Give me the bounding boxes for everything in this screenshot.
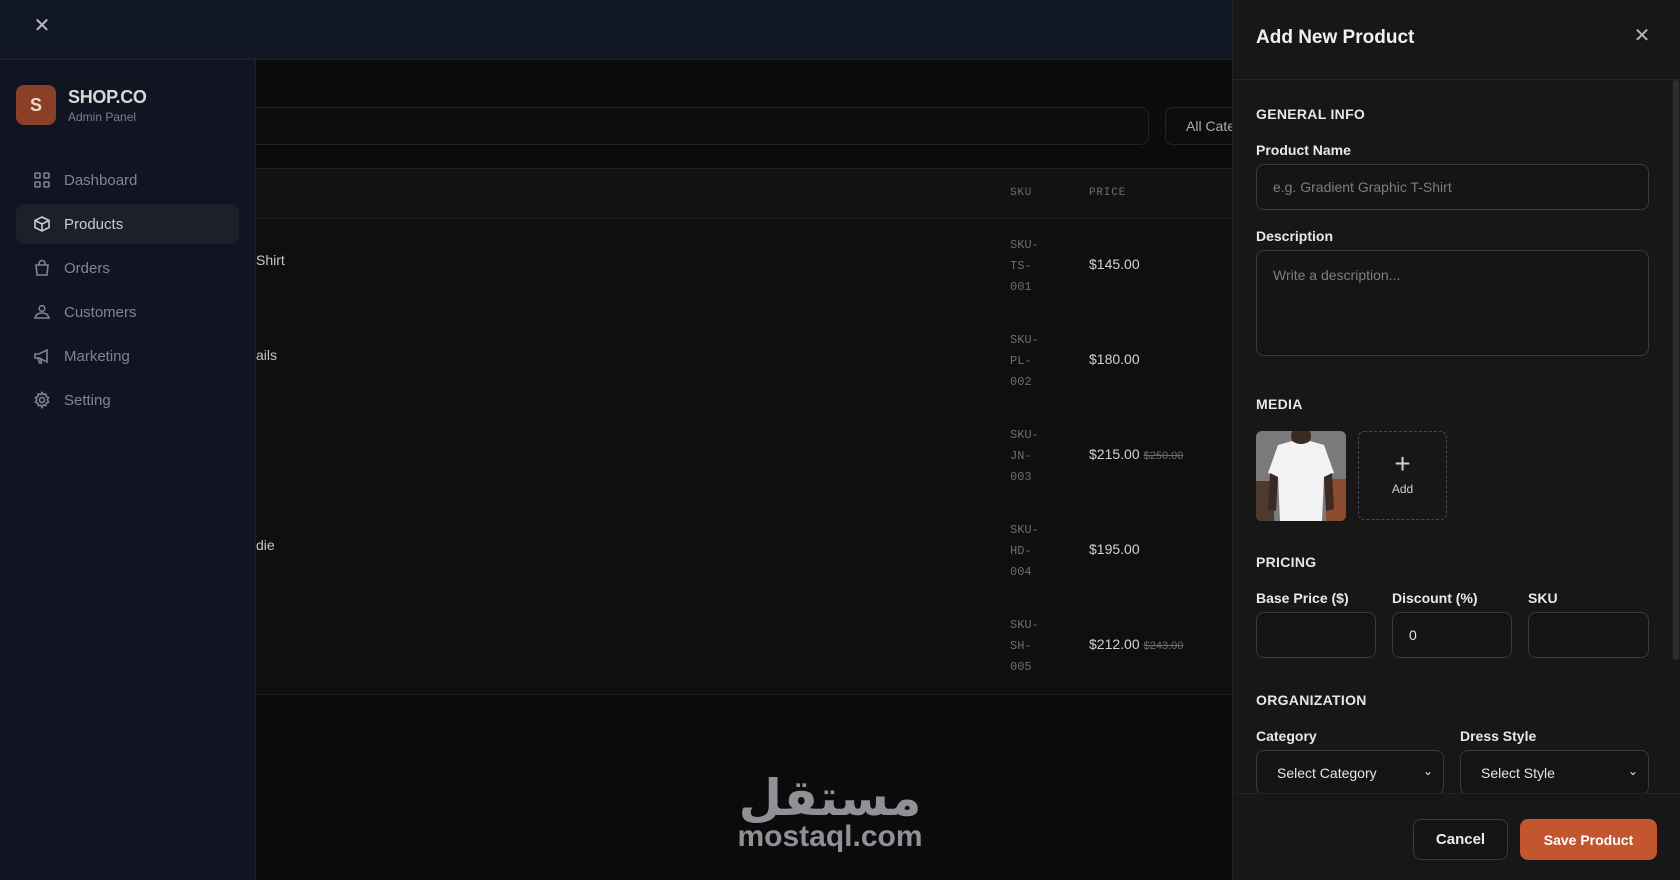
table-row[interactable]: Shirt SKU-TS-001 $145.00 xyxy=(256,219,1232,314)
chevron-down-icon: ⌄ xyxy=(1627,764,1638,778)
drawer-body: GENERAL INFO Product Name e.g. Gradient … xyxy=(1233,80,1680,793)
drawer-footer: Cancel Save Product xyxy=(1233,793,1680,880)
watermark: مستقل mostaql.com xyxy=(720,770,940,854)
category-select[interactable]: Select Category ⌄ xyxy=(1256,750,1444,793)
product-sku: SKU-JN-003 xyxy=(1010,428,1039,484)
products-table: SKU PRICE Shirt SKU-TS-001 $145.00 ails … xyxy=(256,168,1232,695)
description-field[interactable]: Write a description... xyxy=(1256,250,1649,356)
section-general-info: GENERAL INFO xyxy=(1256,106,1366,122)
section-media: MEDIA xyxy=(1256,396,1303,412)
sidebar-item-dashboard[interactable]: Dashboard xyxy=(16,160,239,200)
save-product-button[interactable]: Save Product xyxy=(1520,819,1657,860)
drawer-header: Add New Product ✕ xyxy=(1233,0,1680,80)
product-price: $180.00 xyxy=(1089,351,1140,367)
brand-name: SHOP.CO xyxy=(68,86,147,107)
sku-field[interactable] xyxy=(1528,612,1649,658)
watermark-latin: mostaql.com xyxy=(737,820,923,853)
sidebar-nav: Dashboard Products Orders Customers Mark… xyxy=(16,160,239,424)
sidebar-item-label: Setting xyxy=(64,391,111,409)
description-label: Description xyxy=(1256,228,1334,244)
dress-style-label: Dress Style xyxy=(1460,728,1537,744)
gear-icon xyxy=(33,391,51,409)
base-price-label: Base Price ($) xyxy=(1256,590,1349,606)
brand: S SHOP.CO Admin Panel xyxy=(16,85,147,125)
dress-style-selected: Select Style xyxy=(1481,764,1555,781)
old-price: $243.00 xyxy=(1143,640,1184,652)
table-header: SKU PRICE xyxy=(256,169,1232,219)
old-price: $250.00 xyxy=(1143,450,1184,462)
sidebar-item-setting[interactable]: Setting xyxy=(16,380,239,420)
close-icon[interactable]: ✕ xyxy=(32,16,52,36)
section-pricing: PRICING xyxy=(1256,554,1317,570)
sidebar-item-orders[interactable]: Orders xyxy=(16,248,239,288)
product-sku: SKU-SH-005 xyxy=(1010,618,1039,674)
sidebar-item-customers[interactable]: Customers xyxy=(16,292,239,332)
product-price: $215.00 $250.00 xyxy=(1089,446,1184,462)
sidebar: S SHOP.CO Admin Panel Dashboard Products… xyxy=(0,60,256,880)
dress-style-select[interactable]: Select Style ⌄ xyxy=(1460,750,1649,793)
search-input[interactable] xyxy=(256,107,1149,145)
product-name: Shirt xyxy=(256,252,285,268)
brand-logo: S xyxy=(16,85,56,125)
sidebar-item-label: Products xyxy=(64,215,124,233)
table-row[interactable]: SKU-SH-005 $212.00 $243.00 xyxy=(256,599,1232,694)
product-name: die xyxy=(256,537,275,553)
main-content: All Cate SKU PRICE Shirt SKU-TS-001 $145… xyxy=(256,60,1245,880)
discount-label: Discount (%) xyxy=(1392,590,1478,606)
chevron-down-icon: ⌄ xyxy=(1422,764,1433,778)
sku-label: SKU xyxy=(1528,590,1558,606)
table-row[interactable]: die SKU-HD-004 $195.00 xyxy=(256,504,1232,599)
users-icon xyxy=(33,303,51,321)
category-label: Category xyxy=(1256,728,1317,744)
sidebar-item-label: Orders xyxy=(64,259,110,277)
table-row[interactable]: ails SKU-PL-002 $180.00 xyxy=(256,314,1232,409)
product-name-label: Product Name xyxy=(1256,142,1351,158)
product-price: $212.00 $243.00 xyxy=(1089,636,1184,652)
description-placeholder: Write a description... xyxy=(1273,267,1401,283)
product-image-thumbnail[interactable] xyxy=(1256,431,1346,521)
product-name-field[interactable]: e.g. Gradient Graphic T-Shirt xyxy=(1256,164,1649,210)
discount-field[interactable]: 0 xyxy=(1392,612,1512,658)
section-organization: ORGANIZATION xyxy=(1256,692,1367,708)
sidebar-item-products[interactable]: Products xyxy=(16,204,239,244)
brand-subtitle: Admin Panel xyxy=(68,109,137,124)
add-product-drawer: Add New Product ✕ GENERAL INFO Product N… xyxy=(1232,0,1680,880)
megaphone-icon xyxy=(33,347,51,365)
column-header-sku: SKU xyxy=(1010,187,1033,199)
product-sku: SKU-TS-001 xyxy=(1010,238,1039,294)
table-row[interactable]: SKU-JN-003 $215.00 $250.00 xyxy=(256,409,1232,504)
product-price: $195.00 xyxy=(1089,541,1140,557)
sidebar-item-label: Customers xyxy=(64,303,137,321)
watermark-arabic: مستقل xyxy=(738,769,922,827)
sidebar-item-label: Dashboard xyxy=(64,171,138,189)
bag-icon xyxy=(33,259,51,277)
product-name: ails xyxy=(256,347,278,363)
drawer-title: Add New Product xyxy=(1256,27,1415,48)
product-price: $145.00 xyxy=(1089,256,1140,272)
product-name-placeholder: e.g. Gradient Graphic T-Shirt xyxy=(1273,179,1452,195)
close-icon[interactable]: ✕ xyxy=(1632,26,1652,46)
add-media-button[interactable]: + Add xyxy=(1358,431,1447,520)
category-selected: Select Category xyxy=(1277,764,1377,781)
base-price-field[interactable] xyxy=(1256,612,1376,658)
column-header-price: PRICE xyxy=(1089,187,1127,199)
box-icon xyxy=(33,215,51,233)
add-media-label: Add xyxy=(1391,482,1414,496)
sidebar-item-label: Marketing xyxy=(64,347,130,365)
grid-icon xyxy=(33,171,51,189)
tshirt-photo xyxy=(1256,431,1346,521)
plus-icon: + xyxy=(1394,448,1411,479)
product-sku: SKU-HD-004 xyxy=(1010,523,1039,579)
sidebar-item-marketing[interactable]: Marketing xyxy=(16,336,239,376)
cancel-button[interactable]: Cancel xyxy=(1413,819,1508,860)
product-sku: SKU-PL-002 xyxy=(1010,333,1039,389)
